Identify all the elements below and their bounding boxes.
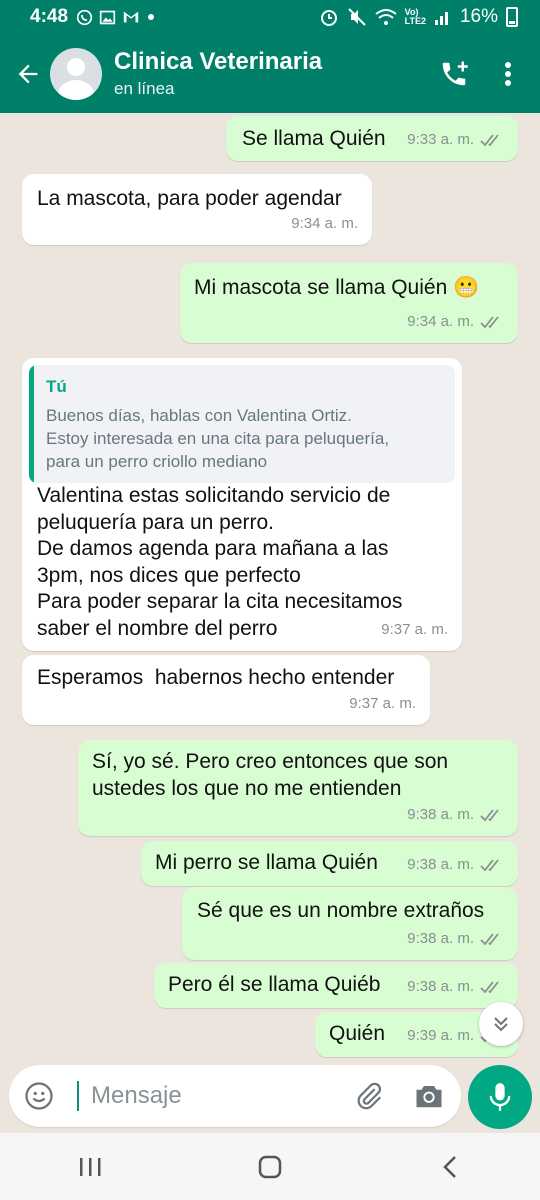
contact-info[interactable]: Clinica Veterinaria en línea [114,47,432,101]
dot-notification-icon [148,14,155,20]
double-check-icon [480,315,499,328]
message-bubble-outgoing[interactable]: Mi perro se llama Quién 9:38 a. m. [141,841,518,886]
message-time: 9:38 a. m. [407,806,474,823]
mic-icon [489,1083,511,1111]
add-call-icon [442,61,468,86]
message-bubble-outgoing[interactable]: Se llama Quién 9:33 a. m. [226,116,518,161]
message-meta: 9:38 a. m. [407,851,504,878]
contact-name: Clinica Veterinaria [114,48,323,75]
recent-apps-icon [80,1157,101,1176]
scroll-to-bottom-button[interactable] [479,1002,523,1046]
alarm-icon [320,10,337,26]
message-meta: 9:34 a. m. [291,210,358,237]
message-time: 9:37 a. m. [349,695,416,712]
message-meta: 9:34 a. m. [407,308,504,335]
attach-button[interactable] [349,1076,389,1116]
gmail-notification-icon [123,11,139,23]
message-bubble-incoming[interactable]: La mascota, para poder agendar 9:34 a. m… [22,174,372,245]
home-button[interactable] [240,1142,300,1192]
signal-icon [434,12,448,25]
network-label: Vo) LTE2 [404,7,426,26]
message-text: La mascota, para poder agendar [37,187,342,210]
message-bubble-outgoing[interactable]: Sí, yo sé. Pero creo entonces que son us… [78,740,518,836]
double-check-icon [480,932,499,945]
message-meta: 9:33 a. m. [407,126,504,153]
message-time: 9:37 a. m. [381,621,448,638]
composer [0,1065,540,1133]
message-time: 9:33 a. m. [407,131,474,148]
double-check-icon [480,808,499,821]
message-text: Mi perro se llama Quién [155,851,378,874]
quoted-text: Buenos días, hablas con Valentina Ortiz.… [46,406,390,471]
whatsapp-notification-icon [76,9,93,25]
voice-message-button[interactable] [468,1065,532,1129]
message-meta: 9:38 a. m. [407,973,504,1000]
system-navigation-bar [0,1133,540,1200]
recent-apps-button[interactable] [60,1142,120,1192]
more-vert-icon [505,62,511,86]
camera-button[interactable] [409,1076,449,1116]
mute-icon [347,8,366,26]
message-text: Mi mascota se llama Quién 😬 [194,276,480,299]
message-text: Esperamos habernos hecho entender [37,666,395,689]
double-check-icon [480,858,499,871]
battery-percent: 16% [459,6,498,27]
message-bubble-incoming-reply[interactable]: Tú Buenos días, hablas con Valentina Ort… [22,358,462,651]
status-bar: 4:48 Vo) LTE2 16% [0,0,540,34]
message-bubble-outgoing[interactable]: Pero él se llama Quiéb 9:38 a. m. [154,963,518,1008]
chevrons-down-icon [494,1017,508,1032]
double-check-icon [480,980,499,993]
message-text: Pero él se llama Quiéb [168,973,381,996]
back-nav-icon [443,1155,456,1178]
message-text: Sí, yo sé. Pero creo entonces que son us… [92,750,449,800]
message-meta: 9:37 a. m. [381,616,448,643]
text-cursor [77,1081,79,1111]
home-icon [258,1155,282,1178]
status-right: Vo) LTE2 16% [319,6,518,28]
message-time: 9:38 a. m. [407,856,474,873]
message-meta: 9:37 a. m. [349,690,416,717]
add-call-button[interactable] [432,52,476,96]
top-bar: 4:48 Vo) LTE2 16% Clinica Veterinaria en… [0,0,540,113]
message-bubble-outgoing[interactable]: Sé que es un nombre extraños 9:38 a. m. [182,887,518,960]
message-bubble-incoming[interactable]: Esperamos habernos hecho entender 9:37 a… [22,655,430,725]
wifi-icon [375,9,397,25]
message-time: 9:39 a. m. [407,1027,474,1044]
message-bubble-outgoing[interactable]: Mi mascota se llama Quién 😬 9:34 a. m. [180,263,518,343]
message-time: 9:34 a. m. [407,313,474,330]
message-meta: 9:38 a. m. [407,801,504,828]
quoted-message[interactable]: Tú Buenos días, hablas con Valentina Ort… [29,365,455,483]
emoji-icon [25,1082,53,1110]
quoted-author: Tú [46,377,67,396]
paperclip-icon [357,1082,382,1110]
back-nav-button[interactable] [420,1142,480,1192]
camera-icon [416,1086,442,1108]
message-meta: 9:38 a. m. [407,925,504,952]
contact-status: en línea [114,79,175,98]
emoji-button[interactable] [19,1076,59,1116]
message-text: Valentina estas solicitando servicio de … [37,484,403,640]
message-time: 9:38 a. m. [407,930,474,947]
gallery-notification-icon [99,10,116,24]
message-input[interactable] [91,1082,341,1110]
status-time: 4:48 [30,6,69,27]
message-time: 9:38 a. m. [407,978,474,995]
message-list[interactable]: Se llama Quién 9:33 a. m. La mascota, pa… [0,113,540,1065]
message-text: Quién [329,1022,386,1045]
message-input-box[interactable] [9,1065,461,1127]
message-time: 9:34 a. m. [291,215,358,232]
notification-icons [76,9,156,26]
chat-header: Clinica Veterinaria en línea [0,36,540,112]
contact-avatar[interactable] [50,48,102,100]
arrow-left-icon [18,64,38,84]
double-check-icon [480,133,499,146]
message-text: Se llama Quién [242,127,386,150]
message-text: Sé que es un nombre extraños [197,899,485,922]
back-button[interactable] [6,52,50,96]
battery-icon [506,7,518,27]
more-options-button[interactable] [486,52,530,96]
